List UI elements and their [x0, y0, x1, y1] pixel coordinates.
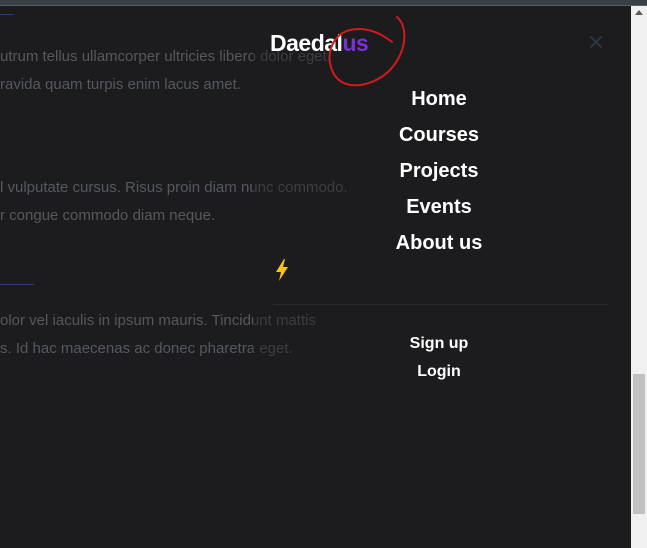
background-link-underline: [0, 282, 34, 285]
nav-item-courses[interactable]: Courses: [399, 122, 479, 158]
background-text-line: r congue commodo diam neque.: [0, 207, 216, 224]
nav-item-home[interactable]: Home: [411, 86, 467, 122]
menu-divider: [273, 304, 608, 305]
nav-item-events[interactable]: Events: [406, 194, 472, 230]
scrollbar-thumb[interactable]: [633, 374, 645, 514]
scroll-up-arrow-icon[interactable]: [635, 10, 643, 15]
nav-item-about-us[interactable]: About us: [396, 230, 483, 266]
background-text-line: s. Id hac maecenas ac donec pharetra ege…: [0, 340, 293, 357]
login-link[interactable]: Login: [417, 362, 461, 390]
nav-item-projects[interactable]: Projects: [400, 158, 479, 194]
sign-up-link[interactable]: Sign up: [410, 334, 469, 362]
background-link-fragment: [0, 12, 14, 15]
annotation-circle-mark: [328, 16, 406, 87]
lightning-bolt-icon[interactable]: [274, 259, 290, 281]
mobile-nav: Home Courses Projects Events About us: [339, 86, 539, 266]
background-text-line: ravida quam turpis enim lacus amet.: [0, 76, 241, 93]
close-icon[interactable]: [588, 34, 604, 50]
auth-links: Sign up Login: [389, 334, 489, 390]
vertical-scrollbar[interactable]: [631, 6, 647, 548]
